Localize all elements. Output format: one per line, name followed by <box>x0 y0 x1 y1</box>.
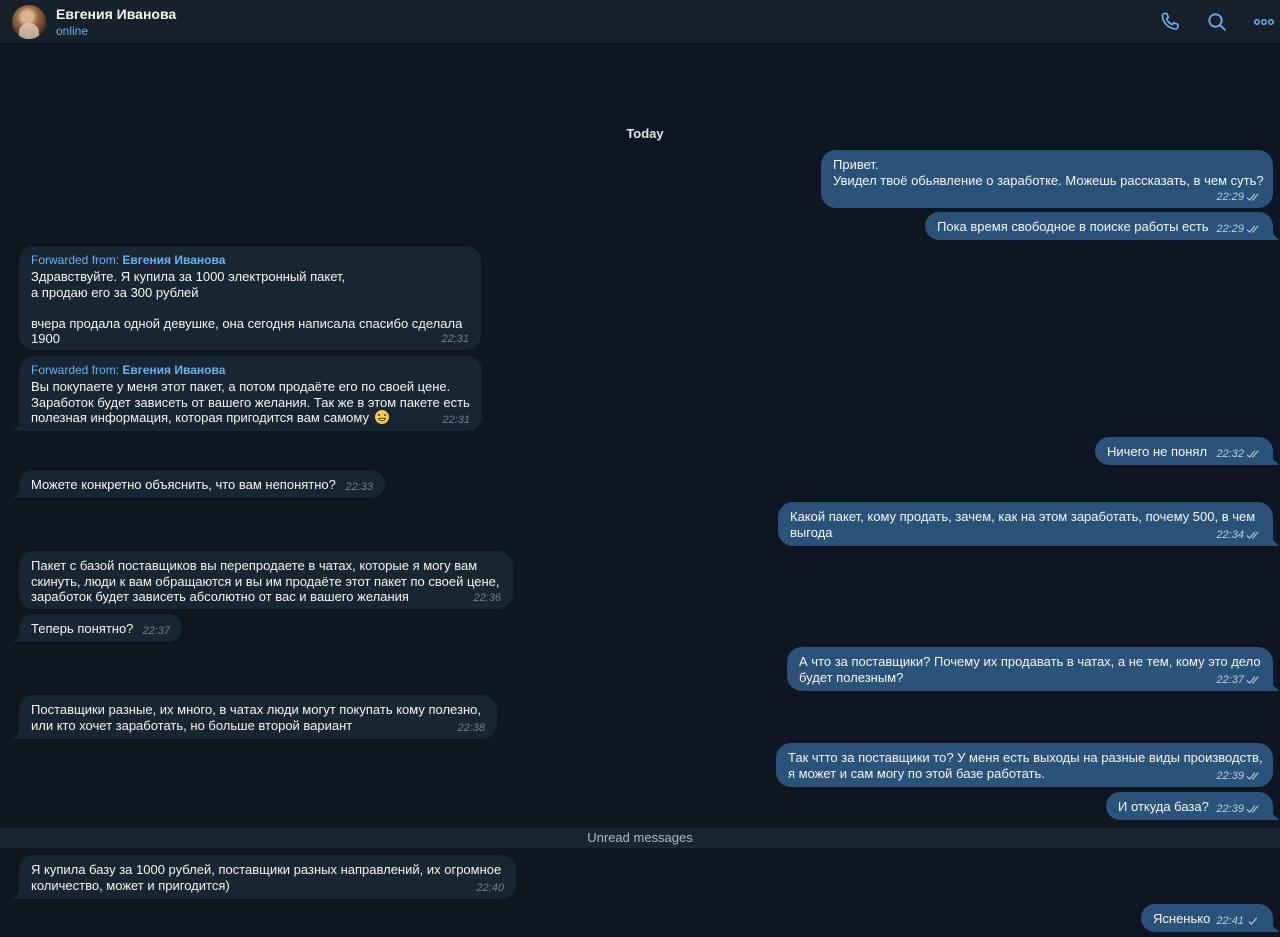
message-text: выгода <box>790 524 833 540</box>
date-separator: Today <box>626 126 664 141</box>
message-text: Пока время свободное в поиске работы ест… <box>937 219 1209 234</box>
message-meta: 22:38 <box>457 722 485 734</box>
forwarded-header: Forwarded from: Евгения Иванова <box>31 363 470 378</box>
message-meta: 22:29 <box>1216 223 1261 235</box>
message-text: полезная информация, которая пригодится … <box>31 410 369 425</box>
message-text: Можете конкретно объяснить, что вам непо… <box>31 477 336 492</box>
message-meta: 22:33 <box>345 481 373 493</box>
message-text: Привет. <box>833 157 879 172</box>
message-bubble-incoming[interactable]: Пакет с базой поставщиков вы перепродает… <box>19 551 513 609</box>
forwarded-label: Forwarded from: <box>31 363 120 377</box>
message-time: 22:34 <box>1216 529 1244 541</box>
message-meta: 22:37 <box>1216 674 1261 686</box>
message-time: 22:32 <box>1216 448 1244 460</box>
message-meta: 22:29 <box>1216 191 1261 203</box>
message-time: 22:41 <box>1216 915 1244 927</box>
message-meta: 22:36 <box>473 592 501 604</box>
message-time: 22:38 <box>457 722 485 734</box>
more-icon[interactable] <box>1252 10 1276 34</box>
message-text: 1900 <box>31 331 60 346</box>
message-bubble-outgoing[interactable]: Так чтто за поставщики то? У меня есть в… <box>776 743 1273 787</box>
message-time: 22:40 <box>476 882 504 894</box>
message-text: я может и сам могу по этой базе работать… <box>788 765 1045 781</box>
message-bubble-incoming[interactable]: Я купила базу за 1000 рублей, поставщики… <box>13 855 516 899</box>
grinning-face-icon <box>374 410 389 424</box>
message-text: вчера продала одной девушке, она сегодня… <box>31 315 463 331</box>
message-text: количество, может и пригодится) <box>31 877 230 893</box>
double-check-icon <box>1246 450 1259 458</box>
message-time: 22:29 <box>1216 223 1244 235</box>
message-meta: 22:40 <box>476 882 504 894</box>
forwarded-label: Forwarded from: <box>31 253 120 267</box>
message-time: 22:39 <box>1216 770 1244 782</box>
message-text: скинуть, люди к вам обращаются и вы им п… <box>31 573 500 589</box>
message-text: Заработок будет зависеть от вашего желан… <box>31 394 470 410</box>
message-bubble-outgoing[interactable]: Ясненько 22:41 <box>1141 904 1279 932</box>
message-time: 22:37 <box>142 625 170 637</box>
message-meta: 22:32 <box>1216 448 1261 460</box>
message-bubble-outgoing[interactable]: Ничего не понял 22:32 <box>1095 437 1279 465</box>
message-text: Так чтто за поставщики то? У меня есть в… <box>788 750 1263 765</box>
message-text: Какой пакет, кому продать, зачем, как на… <box>790 509 1256 524</box>
message-bubble-outgoing[interactable]: Привет. Увидел твоё обьявление о заработ… <box>821 150 1273 208</box>
message-bubble-outgoing[interactable]: И откуда база? 22:39 <box>1106 792 1279 820</box>
message-text: а продаю его за 300 рублей <box>31 284 199 300</box>
message-bubble-outgoing[interactable]: Какой пакет, кому продать, зачем, как на… <box>778 502 1279 546</box>
message-text: Пакет с базой поставщиков вы перепродает… <box>31 558 478 573</box>
message-time: 22:31 <box>441 333 469 345</box>
message-bubble-outgoing[interactable]: А что за поставщики? Почему их продавать… <box>787 647 1279 691</box>
forwarded-header: Forwarded from: Евгения Иванова <box>31 253 469 268</box>
contact-status: online <box>56 24 89 38</box>
message-bubble-outgoing[interactable]: Пока время свободное в поиске работы ест… <box>925 212 1279 240</box>
message-text: А что за поставщики? Почему их продавать… <box>799 654 1261 669</box>
message-text: будет полезным? <box>799 669 904 685</box>
message-meta: 22:37 <box>142 625 170 637</box>
double-check-icon <box>1246 805 1259 813</box>
single-check-icon <box>1248 917 1258 925</box>
message-text: Поставщики разные, их много, в чатах люд… <box>31 702 481 717</box>
message-bubble-incoming[interactable]: Поставщики разные, их много, в чатах люд… <box>13 695 497 739</box>
message-meta: 22:39 <box>1216 770 1261 782</box>
message-meta: 22:39 <box>1216 803 1261 815</box>
unread-separator: Unread messages <box>0 828 1280 848</box>
message-bubble-incoming[interactable]: Теперь понятно? 22:37 <box>13 614 182 642</box>
message-meta: 22:41 <box>1216 915 1261 927</box>
message-meta: 22:34 <box>1216 529 1261 541</box>
forwarded-author[interactable]: Евгения Иванова <box>122 253 225 267</box>
message-meta: 22:31 <box>441 333 469 345</box>
avatar[interactable] <box>12 5 46 39</box>
message-time: 22:36 <box>473 592 501 604</box>
message-text: Увидел твоё обьявление о заработке. Може… <box>833 172 1264 188</box>
phone-icon[interactable] <box>1158 10 1182 34</box>
message-time: 22:37 <box>1216 674 1244 686</box>
forwarded-author[interactable]: Евгения Иванова <box>122 363 225 377</box>
double-check-icon <box>1246 225 1259 233</box>
message-text: Здравствуйте. Я купила за 1000 электронн… <box>31 269 346 284</box>
message-text: заработок будет зависеть абсолютно от ва… <box>31 589 409 604</box>
search-icon[interactable] <box>1205 10 1229 34</box>
message-bubble-incoming[interactable]: Forwarded from: Евгения Иванова Вы покуп… <box>13 356 482 431</box>
message-time: 22:31 <box>442 414 470 426</box>
message-text: Я купила базу за 1000 рублей, поставщики… <box>31 862 502 877</box>
message-time: 22:39 <box>1216 803 1244 815</box>
message-time: 22:29 <box>1216 191 1244 203</box>
message-bubble-incoming[interactable]: Можете конкретно объяснить, что вам непо… <box>13 470 385 498</box>
message-text: Вы покупаете у меня этот пакет, а потом … <box>31 379 451 394</box>
message-text <box>31 300 469 316</box>
message-time: 22:33 <box>345 481 373 493</box>
message-text: или кто хочет заработать, но больше втор… <box>31 717 353 733</box>
contact-name[interactable]: Евгения Иванова <box>56 6 176 23</box>
message-meta: 22:31 <box>442 414 470 426</box>
double-check-icon <box>1246 193 1259 201</box>
double-check-icon <box>1246 772 1259 780</box>
message-bubble-incoming[interactable]: Forwarded from: Евгения Иванова Здравств… <box>19 246 481 350</box>
double-check-icon <box>1246 676 1259 684</box>
chat-header: Евгения Иванова online <box>0 0 1280 44</box>
double-check-icon <box>1246 531 1259 539</box>
